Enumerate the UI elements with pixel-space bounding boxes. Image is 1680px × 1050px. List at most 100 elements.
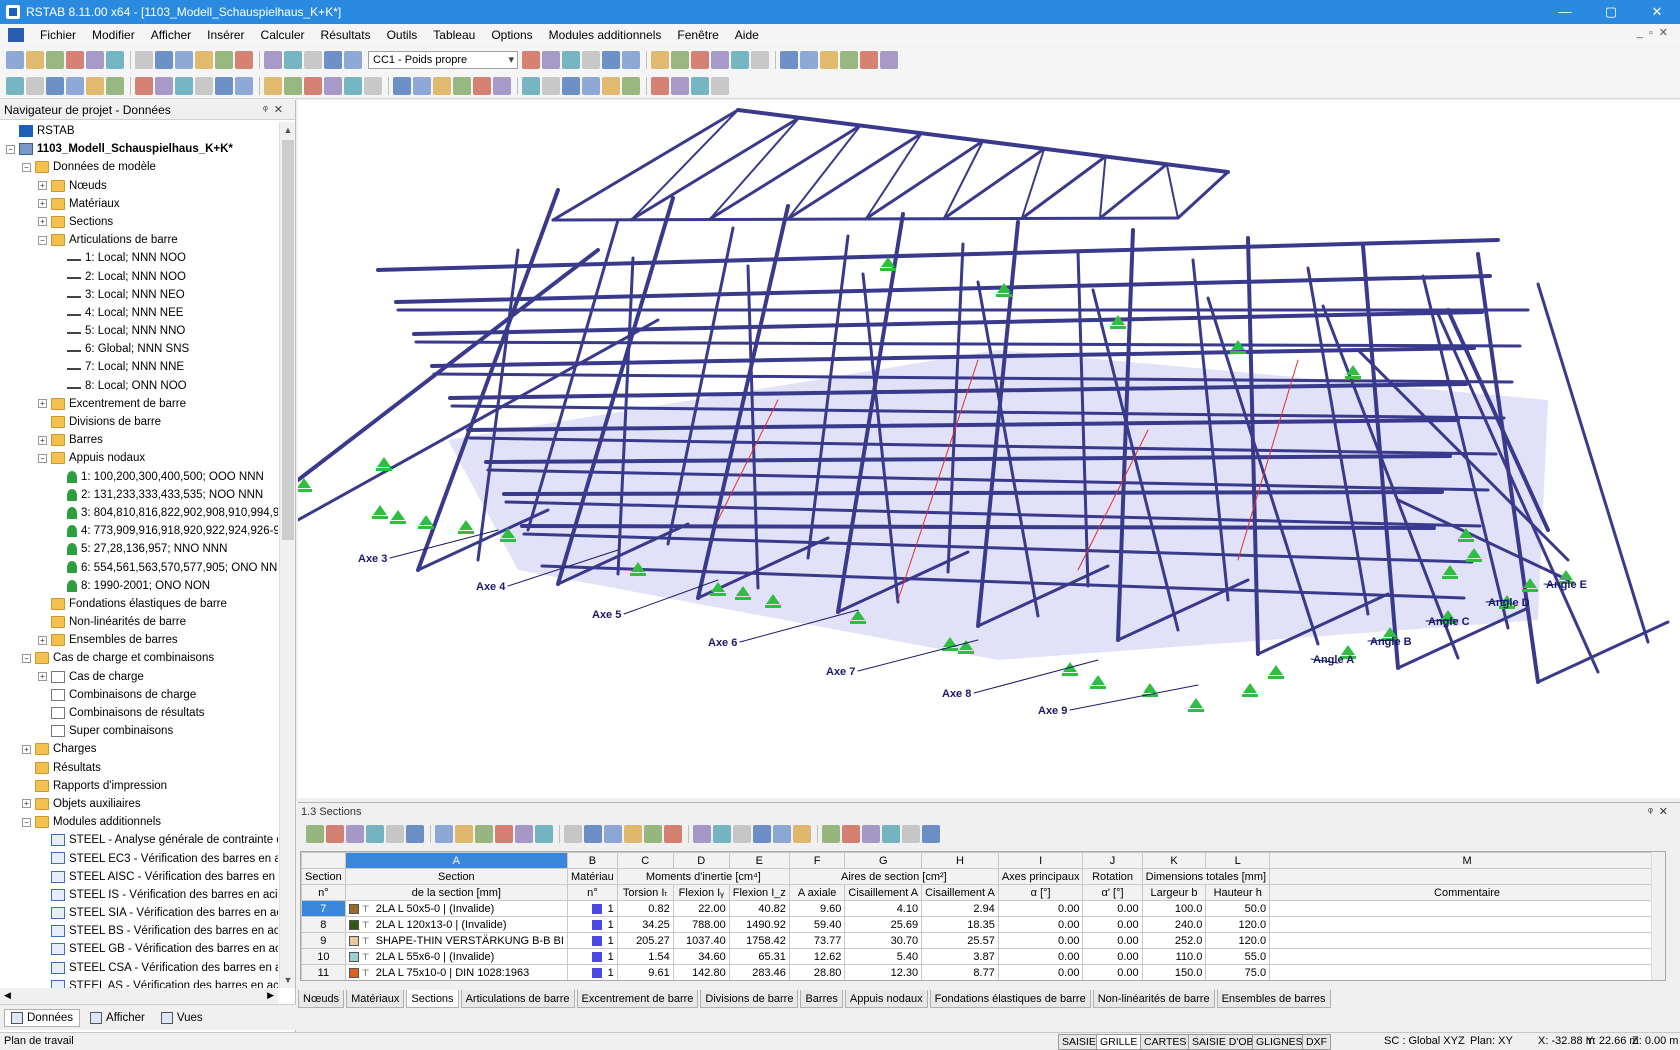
nodal-support-icon[interactable] (372, 505, 388, 519)
toolbar-tool-icon[interactable] (155, 76, 173, 95)
roof-web-member[interactable] (707, 124, 862, 221)
toolbar-tool-icon[interactable] (435, 825, 453, 843)
toolbar-tool-icon[interactable] (542, 51, 560, 69)
row-number[interactable]: 8 (301, 916, 346, 933)
toolbar-tool-icon[interactable] (780, 51, 798, 69)
tree-item[interactable]: − 1103_Modell_Schauspielhaus_K+K* (0, 140, 278, 158)
table-tab[interactable]: Sections (406, 990, 459, 1008)
toolbar-tool-icon[interactable] (346, 825, 364, 843)
col-letter-i[interactable]: I (997, 852, 1084, 869)
expand-icon[interactable]: + (38, 199, 47, 209)
glignes-toggle[interactable]: GLIGNES (1252, 1034, 1307, 1050)
nodal-support-icon[interactable] (458, 520, 474, 534)
tree-item[interactable]: + Excentrement de barre (0, 395, 278, 413)
toolbar-tool-icon[interactable] (604, 825, 622, 843)
toolbar-tool-icon[interactable] (26, 51, 44, 69)
toolbar-tool-icon[interactable] (284, 76, 302, 95)
tree-item[interactable]: STEEL CSA - Vérification des barres en a… (0, 959, 278, 977)
tree-item[interactable]: 8: 1990-2001; ONO NON (0, 577, 278, 595)
expand-icon[interactable]: + (38, 217, 47, 227)
tree-item[interactable]: + Ensembles de barres (0, 631, 278, 649)
roof-diagonal[interactable] (864, 132, 923, 221)
table-row[interactable]: 11 ⊤ 2LA L 75x10-0 | DIN 1028:1963 1 9.61 142… (301, 964, 1665, 980)
nodal-support-icon[interactable] (390, 510, 406, 524)
alpha-cell[interactable]: 0.00 (997, 948, 1084, 965)
cartes-toggle[interactable]: CARTES (1140, 1034, 1191, 1050)
toolbar-tool-icon[interactable] (26, 76, 44, 95)
table-tab[interactable]: Barres (800, 990, 843, 1008)
navigator-vertical-scrollbar[interactable]: ▲ ▼ (279, 122, 295, 988)
toolbar-tool-icon[interactable] (175, 76, 193, 95)
toolbar-tool-icon[interactable] (324, 76, 342, 95)
toolbar-tool-icon[interactable] (842, 825, 860, 843)
toolbar-tool-icon[interactable] (344, 76, 362, 95)
menu-outils[interactable]: Outils (379, 24, 426, 46)
toolbar-tool-icon[interactable] (433, 76, 451, 95)
col-letter-e[interactable]: E (728, 852, 790, 869)
toolbar-tool-icon[interactable] (671, 76, 689, 95)
toolbar-tool-icon[interactable] (495, 825, 513, 843)
alpha-cell[interactable]: 0.00 (997, 900, 1084, 917)
toolbar-tool-icon[interactable] (195, 76, 213, 95)
flexion-y-cell[interactable]: 22.00 (672, 900, 730, 917)
tab-donnees[interactable]: Données (4, 1008, 81, 1027)
height-cell[interactable]: 55.0 (1205, 948, 1271, 965)
tree-item[interactable]: STEEL - Analyse générale de contrainte d… (0, 831, 278, 849)
toolbar-tool-icon[interactable] (344, 51, 362, 69)
flexion-z-cell[interactable]: 283.46 (728, 964, 790, 980)
tree-item[interactable]: + Objets auxiliaires (0, 795, 278, 813)
toolbar-tool-icon[interactable] (584, 825, 602, 843)
toolbar-tool-icon[interactable] (582, 76, 600, 95)
nodal-support-icon[interactable] (1230, 340, 1246, 354)
table-tab[interactable]: Appuis nodaux (844, 990, 928, 1008)
collapse-icon[interactable]: − (22, 817, 31, 827)
tab-vues[interactable]: Vues (155, 1010, 209, 1026)
toolbar-tool-icon[interactable] (711, 51, 729, 69)
row-number[interactable]: 7 (301, 900, 346, 917)
scroll-right-icon[interactable]: ▶ (267, 990, 274, 1001)
tree-item[interactable]: Résultats (0, 759, 278, 777)
toolbar-tool-icon[interactable] (215, 76, 233, 95)
axis-leader-line[interactable] (973, 659, 1099, 694)
table-tab[interactable]: Matériaux (346, 990, 405, 1008)
material-cell[interactable]: 1 (566, 900, 618, 917)
toolbar-tool-icon[interactable] (651, 51, 669, 69)
comment-cell[interactable] (1269, 916, 1665, 933)
comment-cell[interactable] (1269, 900, 1665, 917)
tree-item[interactable]: Non-linéarités de barre (0, 613, 278, 631)
toolbar-tool-icon[interactable] (880, 51, 898, 69)
load-case-select[interactable]: CC1 - Poids propre (368, 51, 518, 69)
toolbar-tool-icon[interactable] (455, 825, 473, 843)
tree-item[interactable]: 5: Local; NNN NNO (0, 322, 278, 340)
area-cell[interactable]: 59.40 (788, 916, 846, 933)
toolbar-tool-icon[interactable] (46, 76, 64, 95)
toolbar-tool-icon[interactable] (651, 76, 669, 95)
tree-item[interactable]: + Nœuds (0, 177, 278, 195)
collapse-icon[interactable]: − (38, 453, 47, 463)
width-cell[interactable]: 240.0 (1141, 916, 1207, 933)
toolbar-tool-icon[interactable] (664, 825, 682, 843)
rotation-cell[interactable]: 0.00 (1082, 948, 1143, 965)
toolbar-tool-icon[interactable] (733, 825, 751, 843)
nodal-support-icon[interactable] (376, 457, 392, 471)
torsion-cell[interactable]: 205.27 (616, 932, 674, 949)
roof-web-member[interactable] (551, 108, 740, 222)
flexion-z-cell[interactable]: 40.82 (728, 900, 790, 917)
roof-web-member[interactable] (942, 147, 1046, 221)
col-letter-d[interactable]: D (672, 852, 730, 869)
axis-leader-line[interactable] (389, 529, 499, 559)
tree-item[interactable]: 7: Local; NNN NNE (0, 358, 278, 376)
tree-item[interactable]: − Articulations de barre (0, 231, 278, 249)
col-letter-b[interactable]: B (566, 852, 618, 869)
area-cell[interactable]: 28.80 (788, 964, 846, 980)
torsion-cell[interactable]: 1.54 (616, 948, 674, 965)
tree-item[interactable]: Combinaisons de résultats (0, 704, 278, 722)
table-tab[interactable]: Nœuds (298, 990, 345, 1008)
shear-y-cell[interactable]: 12.30 (844, 964, 923, 980)
expand-icon[interactable]: + (38, 635, 47, 645)
toolbar-tool-icon[interactable] (602, 51, 620, 69)
height-cell[interactable]: 120.0 (1205, 932, 1271, 949)
width-cell[interactable]: 110.0 (1141, 948, 1207, 965)
toolbar-tool-icon[interactable] (135, 51, 153, 69)
nodal-support-icon[interactable] (1188, 698, 1204, 712)
